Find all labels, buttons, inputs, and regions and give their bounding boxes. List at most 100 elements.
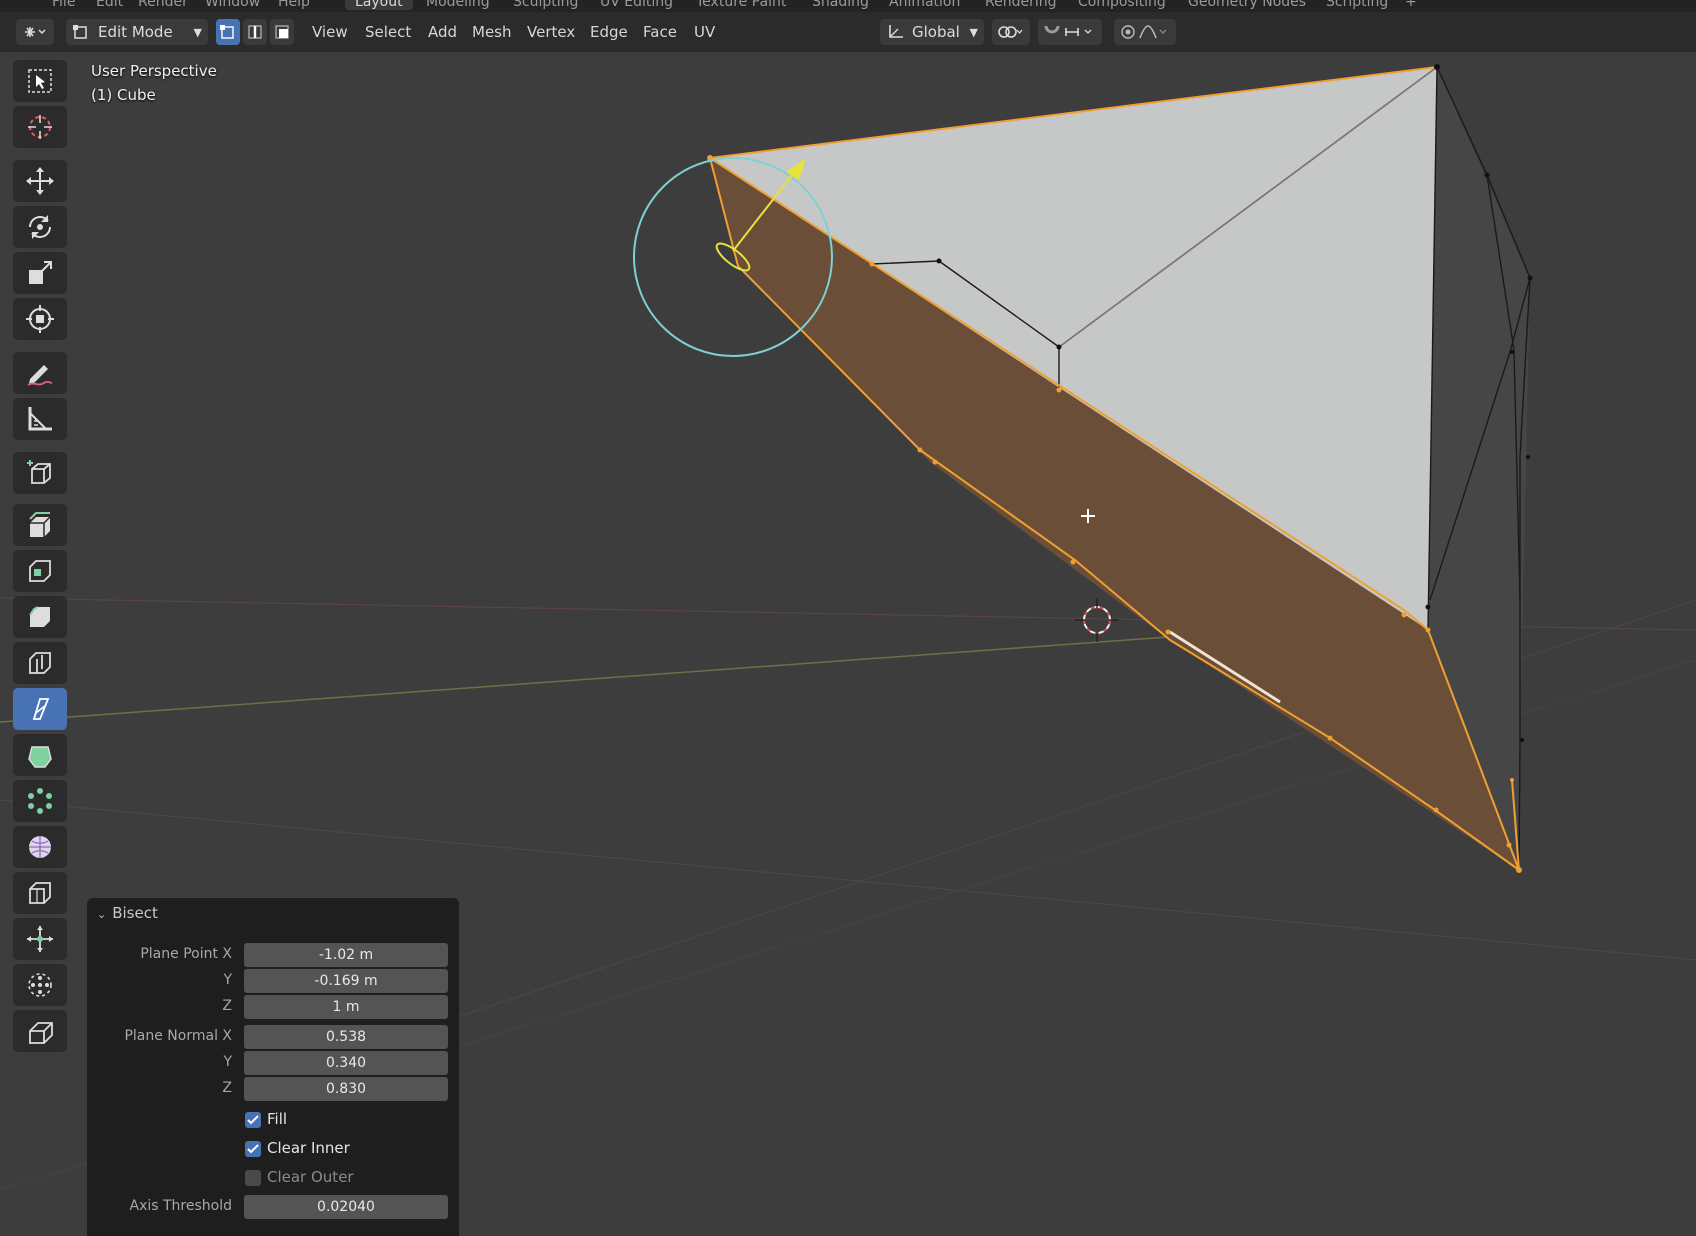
edge-select-button[interactable] [243,19,267,45]
tool-edge-slide[interactable] [13,872,67,914]
chevron-down-icon: ▼ [193,25,202,39]
transform-icon [26,305,54,333]
menu-render[interactable]: Render [138,0,188,10]
bisect-panel-header[interactable]: ⌄ Bisect [97,904,158,922]
tool-bevel[interactable] [13,596,67,638]
tool-spin[interactable] [13,780,67,822]
plane-normal-y-field[interactable]: 0.340 [244,1051,448,1075]
knife-icon [32,698,50,720]
transform-orientation-dropdown[interactable]: Global ▼ [880,19,984,45]
tab-texture-paint[interactable]: Texture Paint [696,0,786,10]
bisect-panel-title: Bisect [112,904,158,922]
menu-file[interactable]: File [52,0,75,10]
bevel-icon [29,606,50,627]
tool-rip[interactable] [13,1010,67,1052]
fill-label: Fill [267,1110,288,1128]
editor-type-icon [25,27,46,37]
plane-normal-x-field[interactable]: 0.538 [244,1025,448,1049]
menu-mesh[interactable]: Mesh [472,19,512,45]
tool-cursor[interactable] [13,106,67,148]
axis-threshold-label: Axis Threshold [129,1198,233,1214]
bisect-operator-panel[interactable]: ⌄ Bisect Plane Point X -1.02 m Y -0.169 m… [87,898,459,1236]
plane-point-y-label: Y [223,972,232,988]
scale-icon [29,261,52,284]
tool-annotate[interactable] [13,352,67,394]
tab-animation[interactable]: Animation [889,0,960,10]
edit-mode-icon [73,25,87,39]
tool-move[interactable] [13,160,67,202]
fill-checkbox[interactable] [245,1112,261,1128]
vertex-select-button[interactable] [216,19,240,45]
object-name-label: (1) Cube [91,86,156,104]
annotate-icon [27,365,53,386]
pivot-link-icon [998,26,1023,38]
select-box-icon [28,69,52,93]
tool-scale[interactable] [13,252,67,294]
smooth-icon [29,836,51,858]
tab-modeling[interactable]: Modeling [426,0,490,10]
menu-select[interactable]: Select [365,19,411,45]
tool-add-cube[interactable] [13,452,67,494]
inset-icon [29,560,51,582]
tool-rotate[interactable] [13,206,67,248]
proportional-editing-toggle[interactable] [1114,19,1176,45]
plane-point-x-field[interactable]: -1.02 m [244,943,448,967]
tab-compositing[interactable]: Compositing [1078,0,1166,10]
tab-layout[interactable]: Layout [345,0,413,10]
menu-help[interactable]: Help [278,0,310,10]
axis-threshold-field[interactable]: 0.02040 [244,1195,448,1219]
editor-type-button[interactable] [16,19,54,45]
tool-measure[interactable] [13,398,67,440]
snap-magnet-icon [1044,25,1092,36]
face-select-button[interactable] [270,19,294,45]
face-select-icon [275,25,289,39]
plane-normal-z-field[interactable]: 0.830 [244,1077,448,1101]
tool-loop-cut[interactable] [13,642,67,684]
tool-knife[interactable] [13,688,67,730]
menu-add[interactable]: Add [428,19,457,45]
clear-outer-checkbox[interactable] [245,1170,261,1186]
menu-face[interactable]: Face [643,19,677,45]
tab-rendering[interactable]: Rendering [985,0,1057,10]
tool-smooth[interactable] [13,826,67,868]
clear-inner-checkbox[interactable] [245,1141,261,1157]
3d-viewport[interactable]: User Perspective (1) Cube ⌄ Bisect Plane… [0,52,1696,1236]
edge-select-icon [248,25,262,39]
proportional-falloff-icon [1121,25,1167,39]
plane-point-y-field[interactable]: -0.169 m [244,969,448,993]
plane-point-z-field[interactable]: 1 m [244,995,448,1019]
tab-geometry-nodes[interactable]: Geometry Nodes [1188,0,1306,10]
rip-icon [29,1022,53,1044]
tool-transform[interactable] [13,298,67,340]
cursor-icon [28,115,52,139]
3d-cursor-icon[interactable] [1075,598,1119,642]
tool-shrink-fatten[interactable] [13,918,67,960]
menu-edge[interactable]: Edge [590,19,628,45]
tab-scripting[interactable]: Scripting [1326,0,1388,10]
poly-build-icon [28,746,52,768]
plane-point-z-label: Z [222,998,232,1014]
menu-window[interactable]: Window [205,0,260,10]
tab-shading[interactable]: Shading [812,0,869,10]
menu-view[interactable]: View [312,19,348,45]
menu-vertex[interactable]: Vertex [527,19,575,45]
pivot-point-dropdown[interactable] [992,19,1030,45]
tool-select-box[interactable] [13,60,67,102]
tool-shear[interactable] [13,964,67,1006]
tool-inset[interactable] [13,550,67,592]
tool-extrude[interactable] [13,504,67,546]
snap-toggle[interactable] [1038,19,1102,45]
menu-edit[interactable]: Edit [96,0,123,10]
tool-poly-build[interactable] [13,734,67,776]
vertex-select-icon [220,25,234,39]
add-workspace-button[interactable]: + [1405,0,1417,10]
measure-icon [28,407,52,431]
menu-uv[interactable]: UV [694,19,715,45]
tab-sculpting[interactable]: Sculpting [513,0,578,10]
tab-uv-editing[interactable]: UV Editing [600,0,673,10]
chevron-down-icon: ⌄ [97,908,107,921]
loop-cut-icon [29,652,51,674]
clear-outer-label: Clear Outer [267,1168,354,1186]
mode-dropdown[interactable]: Edit Mode ▼ [66,19,208,45]
checkmark-icon [247,1115,259,1125]
